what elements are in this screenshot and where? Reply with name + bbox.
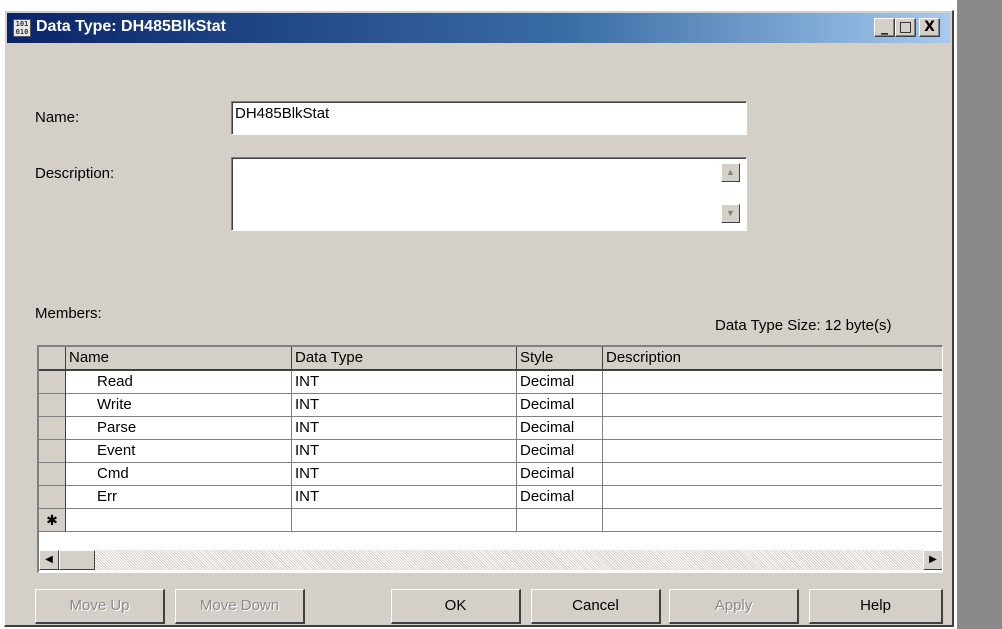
apply-button[interactable]: Apply	[669, 589, 799, 624]
member-name-cell[interactable]: Event	[66, 440, 292, 463]
name-input[interactable]: DH485BlkStat	[231, 101, 747, 135]
column-header-style[interactable]: Style	[517, 347, 603, 371]
column-header-description[interactable]: Description	[603, 347, 942, 371]
member-style-cell[interactable]: Decimal	[517, 394, 603, 417]
member-description-cell[interactable]	[603, 440, 942, 463]
member-description-cell[interactable]	[603, 371, 942, 394]
table-row[interactable]: Cmd INT Decimal	[39, 463, 942, 486]
member-style-cell[interactable]: Decimal	[517, 440, 603, 463]
background-strip	[957, 0, 1002, 629]
new-member-description-cell[interactable]	[603, 509, 942, 532]
row-selector[interactable]	[39, 486, 66, 509]
member-name-cell[interactable]: Parse	[66, 417, 292, 440]
header-corner[interactable]	[39, 347, 66, 371]
member-data-type-cell[interactable]: INT	[292, 440, 517, 463]
name-label: Name:	[35, 109, 80, 126]
scroll-left-icon[interactable]: ◀	[39, 550, 59, 570]
window-title: Data Type: DH485BlkStat	[36, 18, 226, 35]
description-scroll-up-button[interactable]: ▲	[721, 163, 740, 182]
table-row[interactable]: Parse INT Decimal	[39, 417, 942, 440]
new-row[interactable]: ✱	[39, 509, 942, 532]
horizontal-scrollbar[interactable]: ◀ ▶	[39, 550, 942, 570]
new-member-name-cell[interactable]	[66, 509, 292, 532]
move-down-button[interactable]: Move Down	[175, 589, 305, 624]
table-row[interactable]: Event INT Decimal	[39, 440, 942, 463]
member-style-cell[interactable]: Decimal	[517, 417, 603, 440]
member-data-type-cell[interactable]: INT	[292, 486, 517, 509]
description-label: Description:	[35, 165, 115, 182]
members-label: Members:	[35, 305, 102, 322]
ok-button[interactable]: OK	[391, 589, 521, 624]
member-name-cell[interactable]: Err	[66, 486, 292, 509]
row-selector[interactable]	[39, 371, 66, 394]
table-row[interactable]: Err INT Decimal	[39, 486, 942, 509]
maximize-button[interactable]: □	[895, 18, 916, 37]
new-member-style-cell[interactable]	[517, 509, 603, 532]
member-name-cell[interactable]: Write	[66, 394, 292, 417]
column-header-name[interactable]: Name	[66, 347, 292, 371]
member-description-cell[interactable]	[603, 417, 942, 440]
member-description-cell[interactable]	[603, 394, 942, 417]
member-data-type-cell[interactable]: INT	[292, 371, 517, 394]
move-up-button[interactable]: Move Up	[35, 589, 165, 624]
close-button[interactable]: X	[919, 18, 940, 37]
table-row[interactable]: Write INT Decimal	[39, 394, 942, 417]
scroll-thumb[interactable]	[59, 550, 95, 570]
member-name-cell[interactable]: Cmd	[66, 463, 292, 486]
new-row-marker-icon[interactable]: ✱	[39, 509, 66, 532]
member-data-type-cell[interactable]: INT	[292, 463, 517, 486]
row-selector[interactable]	[39, 417, 66, 440]
members-grid: Name Data Type Style Description Read IN…	[37, 345, 943, 573]
member-style-cell[interactable]: Decimal	[517, 371, 603, 394]
row-selector[interactable]	[39, 394, 66, 417]
minimize-button[interactable]: _	[874, 18, 895, 37]
grid-header-row: Name Data Type Style Description	[39, 347, 942, 371]
member-description-cell[interactable]	[603, 486, 942, 509]
data-type-size-text: Data Type Size: 12 byte(s)	[715, 317, 892, 334]
row-selector[interactable]	[39, 440, 66, 463]
member-data-type-cell[interactable]: INT	[292, 394, 517, 417]
cancel-button[interactable]: Cancel	[531, 589, 661, 624]
data-type-icon: 101 010	[13, 19, 31, 37]
member-name-cell[interactable]: Read	[66, 371, 292, 394]
member-style-cell[interactable]: Decimal	[517, 463, 603, 486]
data-type-dialog: 101 010 Data Type: DH485BlkStat _ □ X Nam…	[4, 10, 954, 627]
scroll-right-icon[interactable]: ▶	[923, 550, 942, 570]
help-button[interactable]: Help	[809, 589, 943, 624]
description-textarea[interactable]	[231, 157, 747, 231]
member-description-cell[interactable]	[603, 463, 942, 486]
member-style-cell[interactable]: Decimal	[517, 486, 603, 509]
member-data-type-cell[interactable]: INT	[292, 417, 517, 440]
table-row[interactable]: Read INT Decimal	[39, 371, 942, 394]
new-member-data-type-cell[interactable]	[292, 509, 517, 532]
title-bar[interactable]: 101 010 Data Type: DH485BlkStat _ □ X	[7, 13, 950, 43]
row-selector[interactable]	[39, 463, 66, 486]
description-scroll-down-button[interactable]: ▼	[721, 204, 740, 223]
column-header-data-type[interactable]: Data Type	[292, 347, 517, 371]
